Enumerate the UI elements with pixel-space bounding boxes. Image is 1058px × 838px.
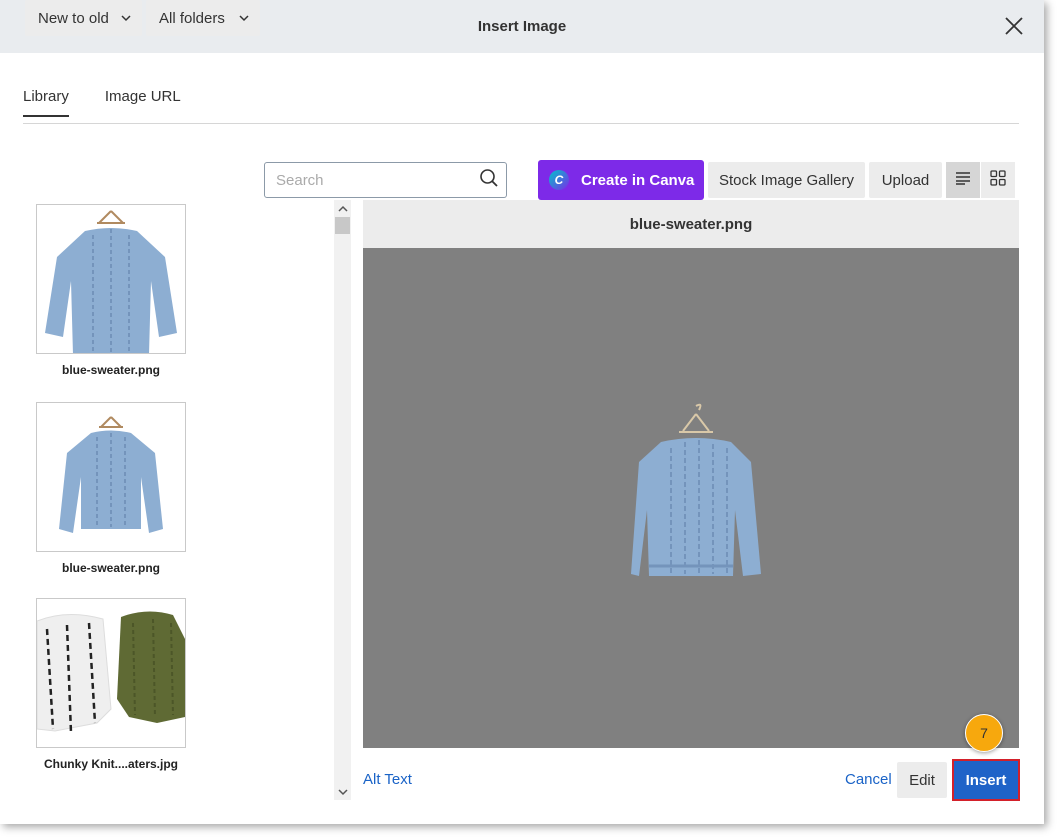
folder-select-value: All folders bbox=[159, 9, 225, 27]
grid-view-icon bbox=[990, 169, 1006, 191]
chevron-down-icon[interactable] bbox=[334, 783, 351, 800]
cancel-link[interactable]: Cancel bbox=[845, 771, 892, 788]
tab-library[interactable]: Library bbox=[23, 88, 69, 117]
list-item[interactable]: Chunky Knit....aters.jpg bbox=[36, 598, 186, 771]
alt-text-link[interactable]: Alt Text bbox=[363, 771, 412, 788]
library-scrollbar[interactable] bbox=[334, 200, 351, 800]
list-item-name: Chunky Knit....aters.jpg bbox=[43, 757, 178, 771]
image-thumbnail bbox=[36, 402, 186, 552]
scroll-thumb[interactable] bbox=[335, 217, 350, 234]
list-item[interactable]: blue-sweater.png bbox=[36, 204, 186, 377]
image-library-list: blue-sweater.png blue-sweater.png Chunky… bbox=[25, 200, 334, 800]
search-button[interactable] bbox=[472, 162, 507, 198]
upload-button[interactable]: Upload bbox=[869, 162, 942, 198]
preview-filename: blue-sweater.png bbox=[629, 215, 753, 233]
grid-view-button[interactable] bbox=[981, 162, 1015, 198]
step-number-badge: 7 bbox=[965, 714, 1003, 752]
list-item-name: blue-sweater.png bbox=[61, 363, 161, 377]
search-input[interactable] bbox=[265, 163, 471, 197]
list-view-icon bbox=[955, 171, 971, 190]
list-view-button[interactable] bbox=[946, 162, 980, 198]
canva-logo-icon: C bbox=[549, 170, 569, 190]
list-item-name: blue-sweater.png bbox=[61, 561, 161, 575]
tab-image-url[interactable]: Image URL bbox=[105, 88, 181, 117]
insert-button[interactable]: Insert bbox=[954, 761, 1018, 799]
insert-image-dialog: Insert Image Library Image URL New to ol… bbox=[0, 0, 1044, 824]
stock-image-gallery-button[interactable]: Stock Image Gallery bbox=[708, 162, 865, 198]
tab-bar: Library Image URL bbox=[23, 88, 181, 117]
search-field bbox=[264, 162, 473, 198]
list-item[interactable]: blue-sweater.png bbox=[36, 402, 186, 575]
image-thumbnail bbox=[36, 598, 186, 748]
image-preview bbox=[363, 248, 1019, 748]
chevron-down-icon bbox=[120, 11, 132, 23]
preview-image bbox=[631, 403, 761, 576]
image-thumbnail bbox=[36, 204, 186, 354]
folder-select[interactable]: All folders bbox=[146, 0, 260, 36]
insert-highlight: Insert bbox=[952, 759, 1020, 801]
canva-button-label: Create in Canva bbox=[581, 171, 695, 189]
chevron-down-icon bbox=[238, 11, 250, 23]
create-in-canva-button[interactable]: C Create in Canva bbox=[538, 160, 704, 200]
dialog-title: Insert Image bbox=[477, 18, 567, 35]
sort-select-value: New to old bbox=[38, 9, 109, 27]
tabs-divider bbox=[23, 123, 1019, 124]
close-icon[interactable] bbox=[1002, 14, 1026, 38]
edit-button[interactable]: Edit bbox=[897, 762, 947, 798]
search-icon bbox=[479, 168, 499, 193]
sort-select[interactable]: New to old bbox=[25, 0, 142, 36]
chevron-up-icon[interactable] bbox=[334, 200, 351, 217]
preview-header: blue-sweater.png bbox=[363, 200, 1019, 248]
